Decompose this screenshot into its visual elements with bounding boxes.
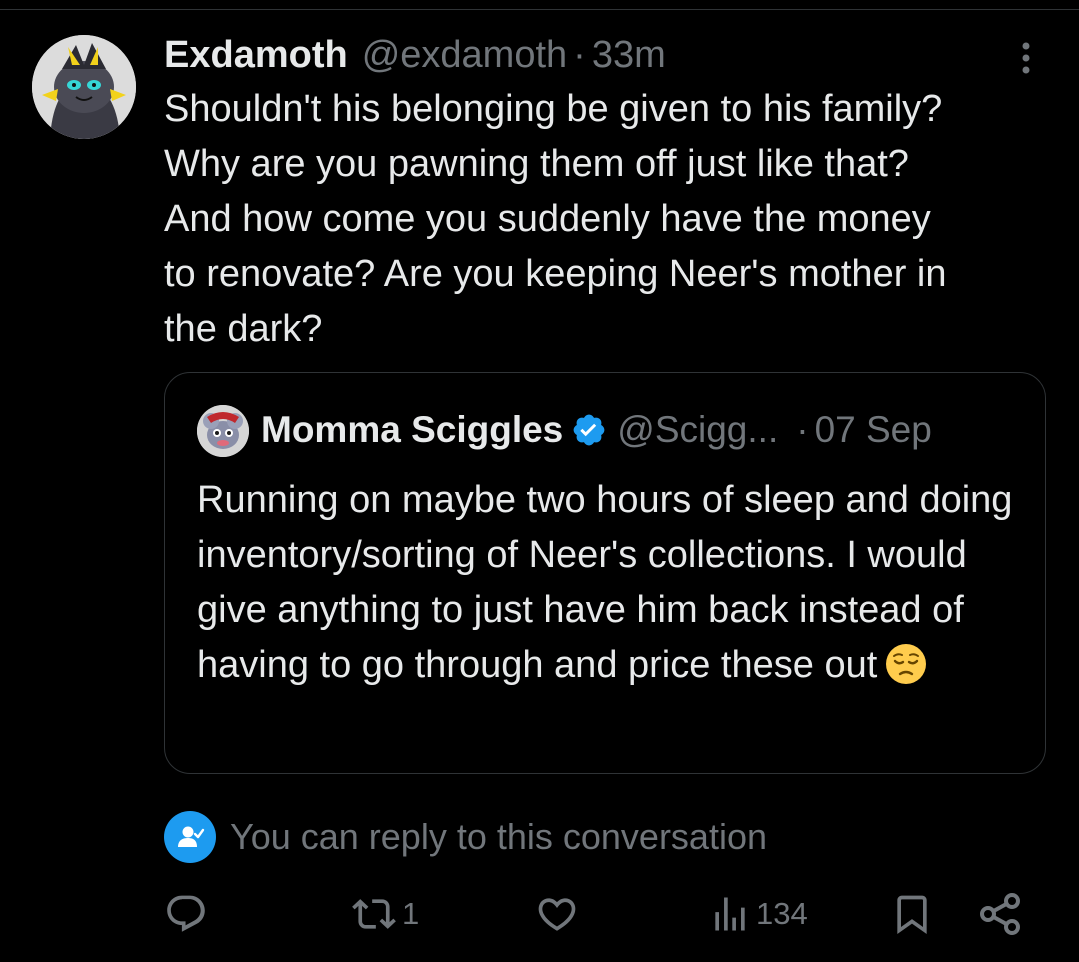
reply-permission-text: You can reply to this conversation: [230, 816, 767, 857]
bookmark-button[interactable]: [890, 888, 934, 940]
tweet-header: Exdamoth @exdamoth · 33m: [164, 30, 666, 80]
header-separator: ·: [573, 33, 586, 76]
repost-icon: [352, 899, 396, 929]
quoted-tweet-date: 07 Sep: [814, 409, 932, 450]
zeraora-avatar-icon: [32, 35, 136, 139]
tweet-timestamp[interactable]: 33m: [592, 34, 666, 77]
share-button[interactable]: [976, 888, 1024, 940]
bookmark-icon: [897, 895, 927, 935]
views-count: 134: [756, 896, 808, 931]
repost-count: 1: [402, 896, 420, 931]
top-divider: [0, 9, 1079, 10]
views-icon: [715, 897, 745, 931]
views-button[interactable]: 134: [708, 888, 808, 940]
author-handle[interactable]: @exdamoth: [362, 34, 567, 77]
like-button[interactable]: [534, 888, 580, 940]
sciggles-avatar-icon: [197, 405, 249, 457]
author-avatar[interactable]: [32, 35, 136, 139]
quoted-tweet-card[interactable]: Momma Sciggles @Scigg... · 07 Sep Runnin…: [164, 372, 1046, 774]
pensive-face-icon: [885, 643, 927, 685]
reply-permission-notice: You can reply to this conversation: [164, 810, 767, 864]
more-vertical-icon[interactable]: [1006, 38, 1046, 78]
tweet-text: Shouldn't his belonging be given to his …: [164, 88, 947, 350]
author-display-name[interactable]: Exdamoth: [164, 34, 348, 77]
quoted-tweet-header: Momma Sciggles @Scigg... · 07 Sep: [261, 403, 932, 457]
share-icon: [980, 893, 1020, 935]
verified-badge-icon: [571, 412, 607, 448]
person-check-icon: [164, 811, 216, 863]
quoted-tweet-text: Running on maybe two hours of sleep and …: [197, 473, 1027, 693]
reply-icon: [167, 895, 205, 932]
heart-icon: [538, 898, 576, 931]
quoted-author-name[interactable]: Momma Sciggles: [261, 409, 563, 451]
reply-button[interactable]: [164, 888, 208, 940]
repost-button[interactable]: 1: [350, 888, 419, 940]
quoted-header-separator: ·: [796, 409, 809, 450]
quoted-author-avatar: [197, 405, 249, 457]
quoted-author-handle[interactable]: @Scigg...: [617, 409, 778, 451]
